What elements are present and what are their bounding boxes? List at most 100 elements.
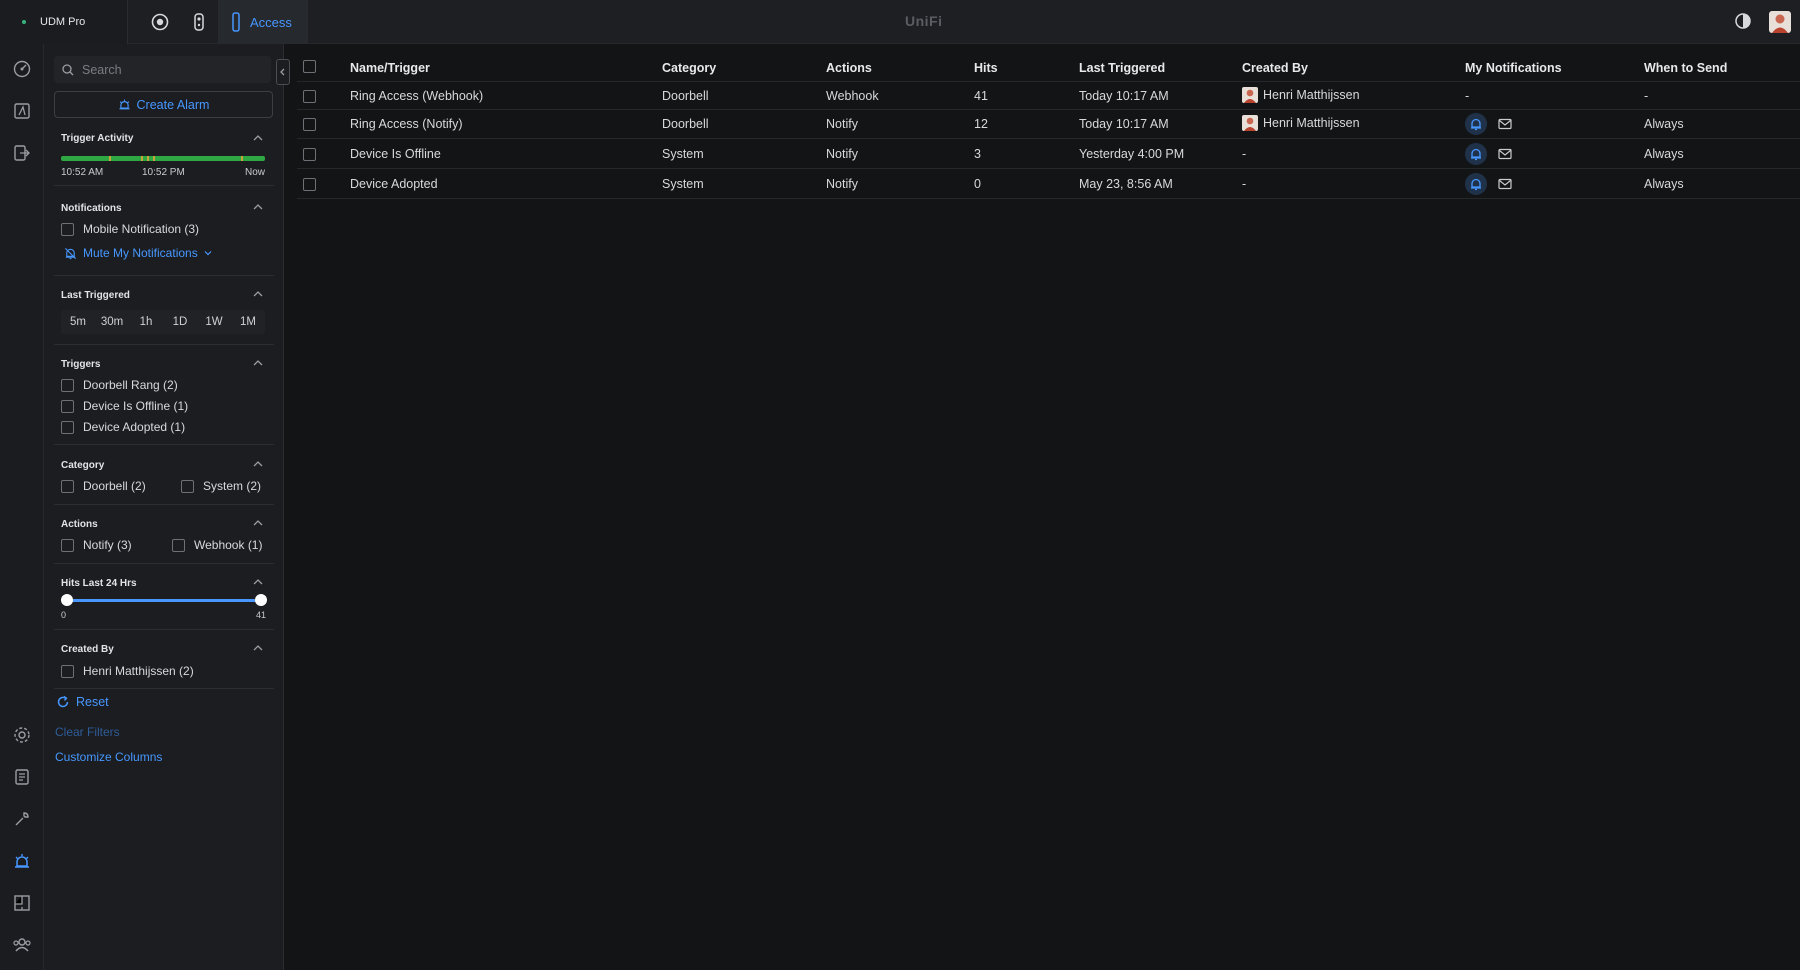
checkbox[interactable] — [172, 538, 185, 552]
users-icon[interactable] — [11, 934, 33, 956]
chevron-up-icon[interactable] — [252, 517, 264, 529]
checkbox[interactable] — [61, 664, 74, 678]
doorbell-app-icon[interactable] — [187, 10, 211, 34]
mobile-notification-label: Mobile Notification (3) — [83, 222, 200, 236]
category-filter-label: System (2) — [203, 479, 262, 493]
hits-range-min: 0 — [61, 610, 67, 620]
devices-icon[interactable] — [11, 142, 33, 164]
theme-toggle-icon[interactable] — [1734, 12, 1752, 30]
row-checkbox[interactable] — [303, 178, 316, 191]
mail-icon[interactable] — [1494, 143, 1516, 165]
trigger-filter-device-offline[interactable]: Device Is Offline (1) — [61, 399, 188, 413]
checkbox[interactable] — [61, 420, 74, 434]
checkbox[interactable] — [61, 222, 74, 236]
reset-button[interactable]: Reset — [56, 695, 109, 709]
logs-icon[interactable] — [11, 766, 33, 788]
tab-access[interactable]: Access — [218, 0, 308, 44]
search-input[interactable] — [82, 62, 262, 77]
chevron-up-icon[interactable] — [252, 576, 264, 588]
range-1d[interactable]: 1D — [163, 310, 197, 334]
bell-icon[interactable] — [1465, 143, 1487, 165]
chevron-up-icon[interactable] — [252, 642, 264, 654]
collapse-sidebar-button[interactable] — [276, 59, 290, 85]
created-by-filter[interactable]: Henri Matthijssen (2) — [61, 664, 194, 678]
column-header-created-by[interactable]: Created By — [1242, 61, 1308, 75]
divider — [54, 185, 274, 186]
bell-icon[interactable] — [1465, 173, 1487, 195]
checkbox[interactable] — [61, 479, 74, 493]
category-filter-system[interactable]: System (2) — [181, 479, 261, 493]
table-row[interactable]: Ring Access (Webhook) Doorbell Webhook 4… — [297, 81, 1800, 110]
cell-action: Notify — [826, 117, 858, 131]
settings-icon[interactable] — [11, 724, 33, 746]
action-filter-label: Notify (3) — [83, 538, 132, 552]
chevron-up-icon[interactable] — [252, 201, 264, 213]
chevron-up-icon[interactable] — [252, 132, 264, 144]
search-box[interactable] — [54, 56, 271, 83]
checkbox[interactable] — [61, 538, 74, 552]
mute-notifications-dropdown[interactable]: Mute My Notifications — [64, 246, 212, 260]
bell-icon[interactable] — [1465, 113, 1487, 135]
column-header-hits[interactable]: Hits — [974, 61, 998, 75]
column-header-name[interactable]: Name/Trigger — [350, 61, 430, 75]
checkbox[interactable] — [181, 479, 194, 493]
column-header-category[interactable]: Category — [662, 61, 716, 75]
cell-when-to-send: - — [1644, 89, 1649, 103]
table-row[interactable]: Device Adopted System Notify 0 May 23, 8… — [297, 170, 1800, 199]
chevron-up-icon[interactable] — [252, 357, 264, 369]
create-alarm-button[interactable]: Create Alarm — [54, 91, 273, 118]
chevron-up-icon[interactable] — [252, 288, 264, 300]
customize-columns-link[interactable]: Customize Columns — [55, 750, 162, 764]
topology-icon[interactable] — [11, 100, 33, 122]
column-header-my-notifications[interactable]: My Notifications — [1465, 61, 1562, 75]
row-checkbox[interactable] — [303, 118, 316, 131]
reset-label: Reset — [76, 695, 109, 709]
cell-notifications: - — [1465, 89, 1470, 103]
floorplan-icon[interactable] — [11, 892, 33, 914]
range-1m[interactable]: 1M — [231, 310, 265, 334]
protect-app-icon[interactable] — [148, 10, 172, 34]
tools-icon[interactable] — [11, 808, 33, 830]
hits-range-min-handle[interactable] — [61, 594, 73, 606]
checkbox[interactable] — [61, 378, 74, 392]
table-header: Name/Trigger Category Actions Hits Last … — [297, 55, 1800, 81]
bell-off-icon — [64, 247, 77, 259]
table-row[interactable]: Ring Access (Notify) Doorbell Notify 12 … — [297, 110, 1800, 139]
activity-end-time: Now — [245, 167, 266, 178]
user-avatar[interactable] — [1769, 11, 1791, 33]
action-filter-webhook[interactable]: Webhook (1) — [172, 538, 262, 552]
checkbox[interactable] — [61, 399, 74, 413]
action-filter-notify[interactable]: Notify (3) — [61, 538, 132, 552]
table-row[interactable]: Device Is Offline System Notify 3 Yester… — [297, 140, 1800, 169]
action-filter-label: Webhook (1) — [194, 538, 263, 552]
range-1h[interactable]: 1h — [129, 310, 163, 334]
creator-avatar — [1242, 87, 1258, 103]
range-1w[interactable]: 1W — [197, 310, 231, 334]
range-5m[interactable]: 5m — [61, 310, 95, 334]
hits-range-max-handle[interactable] — [255, 594, 267, 606]
trigger-filter-device-adopted[interactable]: Device Adopted (1) — [61, 420, 185, 434]
cell-name: Device Adopted — [350, 177, 438, 191]
hits-range-track — [66, 599, 262, 602]
device-selector[interactable]: UDM Pro — [0, 0, 128, 44]
trigger-filter-label: Doorbell Rang (2) — [83, 378, 178, 392]
mail-icon[interactable] — [1494, 173, 1516, 195]
clear-filters-link[interactable]: Clear Filters — [55, 725, 120, 739]
hits-title: Hits Last 24 Hrs — [61, 578, 137, 589]
alarm-icon[interactable] — [11, 850, 33, 872]
dashboard-icon[interactable] — [11, 58, 33, 80]
row-checkbox[interactable] — [303, 148, 316, 161]
trigger-activity-bar — [61, 156, 265, 161]
mobile-notification-filter[interactable]: Mobile Notification (3) — [61, 222, 199, 236]
chevron-up-icon[interactable] — [252, 458, 264, 470]
column-header-actions[interactable]: Actions — [826, 61, 872, 75]
column-header-when-to-send[interactable]: When to Send — [1644, 61, 1727, 75]
column-header-last-triggered[interactable]: Last Triggered — [1079, 61, 1165, 75]
cell-hits: 12 — [974, 117, 988, 131]
select-all-checkbox[interactable] — [303, 60, 316, 73]
range-30m[interactable]: 30m — [95, 310, 129, 334]
mail-icon[interactable] — [1494, 113, 1516, 135]
trigger-filter-doorbell-rang[interactable]: Doorbell Rang (2) — [61, 378, 178, 392]
row-checkbox[interactable] — [303, 90, 316, 103]
category-filter-doorbell[interactable]: Doorbell (2) — [61, 479, 146, 493]
